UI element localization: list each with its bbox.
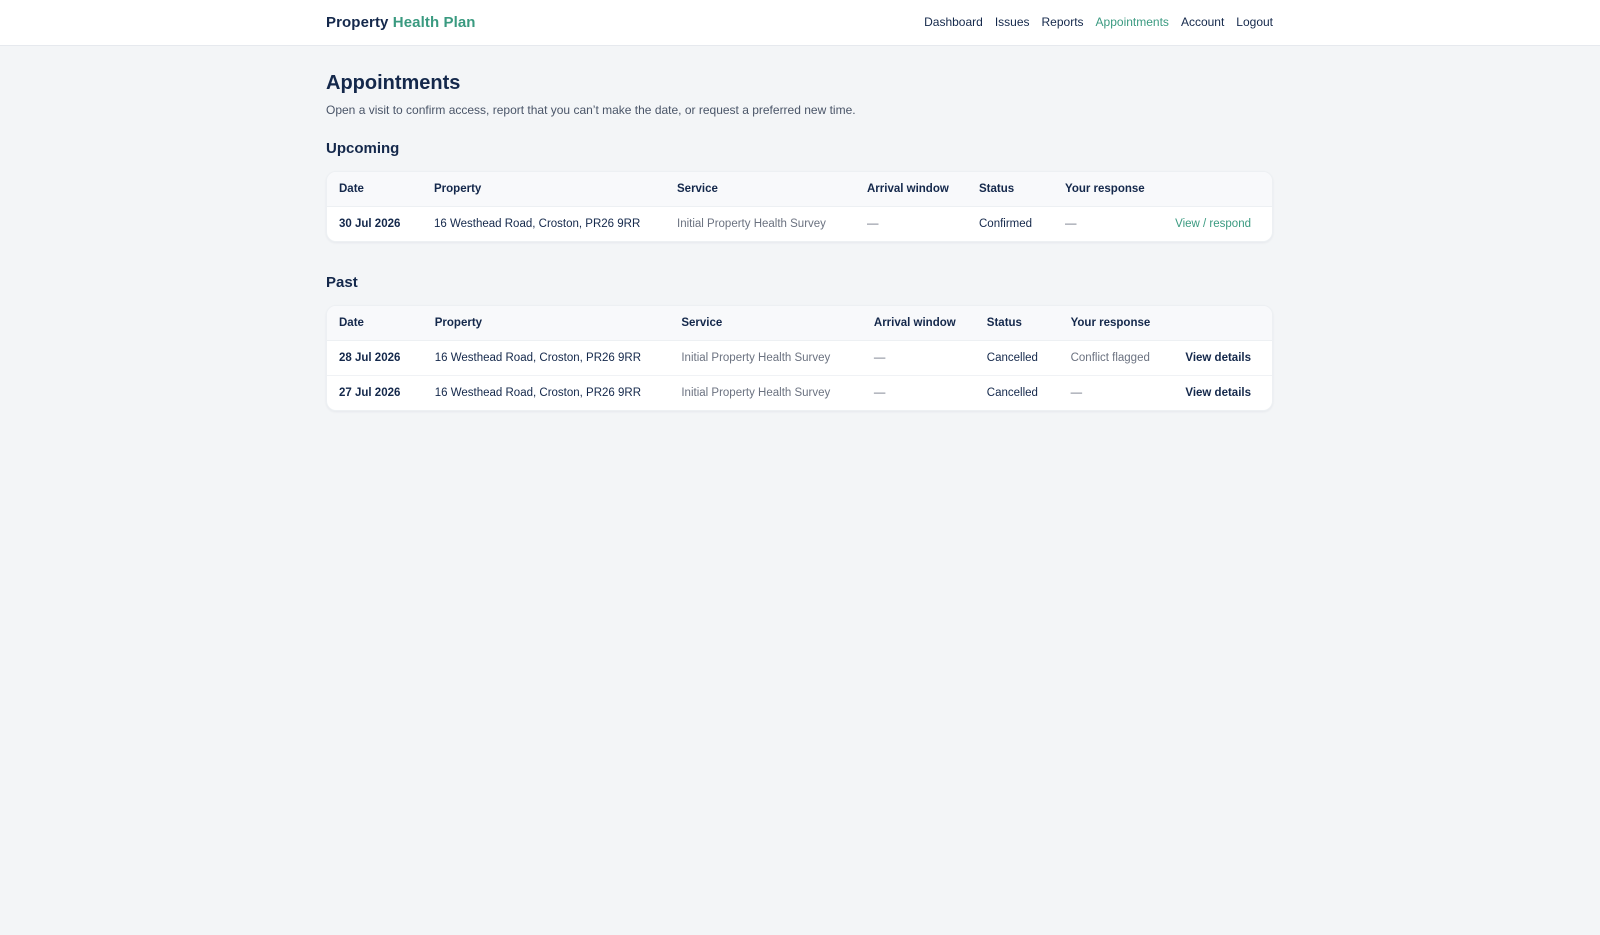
cell-service: Initial Property Health Survey <box>681 387 831 399</box>
cell-service: Initial Property Health Survey <box>677 218 826 230</box>
view-details-link[interactable]: View details <box>1185 352 1251 364</box>
table-row: 30 Jul 2026 16 Westhead Road, Croston, P… <box>327 207 1272 242</box>
cell-arrival-window: — <box>873 387 886 399</box>
col-header-property: Property <box>422 306 670 341</box>
col-header-arrival-window: Arrival window <box>861 306 975 341</box>
col-header-property: Property <box>422 172 665 207</box>
top-bar: Property Health Plan Dashboard Issues Re… <box>0 0 1600 46</box>
nav-reports[interactable]: Reports <box>1042 15 1084 29</box>
cell-property: 16 Westhead Road, Croston, PR26 9RR <box>422 340 670 376</box>
nav-issues[interactable]: Issues <box>995 15 1030 29</box>
upcoming-heading: Upcoming <box>326 140 400 157</box>
cell-action: View details <box>1173 376 1272 411</box>
nav-logout[interactable]: Logout <box>1236 15 1273 29</box>
upcoming-header-row: Date Property Service Arrival window Sta… <box>327 172 1272 207</box>
cell-action: View / respond <box>1163 207 1272 242</box>
cell-service: Initial Property Health Survey <box>669 340 862 376</box>
page-title: Appointments <box>326 72 461 94</box>
cell-date: 30 Jul 2026 <box>339 218 401 230</box>
col-header-service: Service <box>669 306 862 341</box>
page-subtitle: Open a visit to confirm access, report t… <box>326 103 856 117</box>
col-header-status: Status <box>974 306 1059 341</box>
main-nav: Dashboard Issues Reports Appointments Ac… <box>924 15 1273 29</box>
past-heading: Past <box>326 274 358 291</box>
col-header-arrival-window: Arrival window <box>855 172 967 207</box>
upcoming-table: Date Property Service Arrival window Sta… <box>327 172 1272 241</box>
col-header-status: Status <box>967 172 1053 207</box>
table-row: 27 Jul 2026 16 Westhead Road, Croston, P… <box>327 376 1272 411</box>
cell-your-response: — <box>1065 218 1077 230</box>
brand-name-part1: Property <box>326 14 389 31</box>
col-header-your-response: Your response <box>1058 306 1174 341</box>
main-content: Appointments Open a visit to confirm acc… <box>326 45 1273 411</box>
table-row: 28 Jul 2026 16 Westhead Road, Croston, P… <box>327 340 1272 376</box>
cell-status: Confirmed <box>979 218 1033 230</box>
cell-arrival-window: — <box>861 340 975 376</box>
cell-date: 28 Jul 2026 <box>327 340 423 376</box>
nav-dashboard[interactable]: Dashboard <box>924 15 983 29</box>
col-header-date: Date <box>327 172 422 207</box>
col-header-date: Date <box>327 306 423 341</box>
nav-appointments[interactable]: Appointments <box>1096 15 1169 29</box>
col-header-your-response: Your response <box>1053 172 1163 207</box>
view-respond-link[interactable]: View / respond <box>1175 218 1251 230</box>
brand-name-part2: Health Plan <box>392 14 476 31</box>
cell-your-response: Conflict flagged <box>1058 340 1174 376</box>
col-header-service: Service <box>665 172 855 207</box>
past-table: Date Property Service Arrival window Sta… <box>327 306 1272 410</box>
cell-date: 27 Jul 2026 <box>339 387 401 399</box>
col-header-action <box>1173 306 1272 341</box>
cell-property: 16 Westhead Road, Croston, PR26 9RR <box>434 387 642 399</box>
view-details-link[interactable]: View details <box>1185 387 1251 399</box>
cell-status: Cancelled <box>974 340 1059 376</box>
past-table-card: Date Property Service Arrival window Sta… <box>326 305 1273 411</box>
cell-arrival-window: — <box>867 218 879 230</box>
cell-action: View details <box>1173 340 1272 376</box>
cell-property: 16 Westhead Road, Croston, PR26 9RR <box>434 218 641 230</box>
brand-logo[interactable]: Property Health Plan <box>326 14 476 31</box>
cell-status: Cancelled <box>986 387 1038 399</box>
upcoming-table-card: Date Property Service Arrival window Sta… <box>326 171 1273 242</box>
nav-account[interactable]: Account <box>1181 15 1224 29</box>
col-header-action <box>1163 172 1272 207</box>
cell-your-response: — <box>1070 387 1083 399</box>
past-header-row: Date Property Service Arrival window Sta… <box>327 306 1272 341</box>
